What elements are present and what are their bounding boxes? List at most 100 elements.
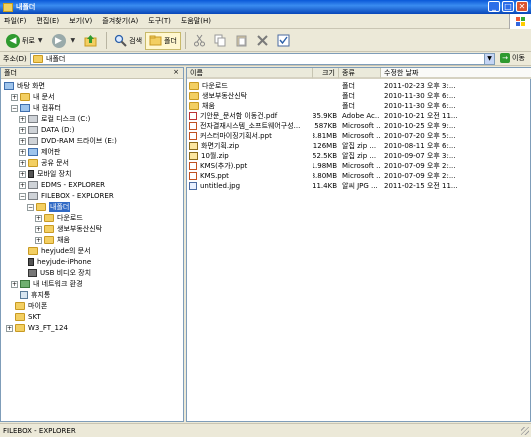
file-row[interactable]: KMS(추가).ppt 1.98MB Microsoft ... 2010-07… xyxy=(187,161,531,171)
file-row[interactable]: 커스터마이징기획서.ppt 3.81MB Microsoft ... 2010-… xyxy=(187,131,531,141)
tree-item-network[interactable]: + 내 네트워크 환경 xyxy=(11,279,83,289)
tree-item-edms[interactable]: + EDMS - EXPLORER xyxy=(19,180,105,190)
title-bar[interactable]: 내폴더 _ □ ✕ xyxy=(0,0,531,14)
expand-icon[interactable]: + xyxy=(11,280,18,288)
file-row[interactable]: untitled.jpg 11.4KB 알씨 JPG ... 2011-02-1… xyxy=(187,181,531,191)
tree-item-my-computer[interactable]: − 내 컴퓨터 xyxy=(11,103,61,113)
paste-button[interactable] xyxy=(232,32,253,50)
expand-icon[interactable]: + xyxy=(19,159,26,167)
file-row[interactable]: 생보부동산신탁 폴더 2010-11-30 오후 6:... xyxy=(187,91,531,101)
tree-item-my-folder[interactable]: − 내폴더 xyxy=(27,202,71,212)
expand-icon[interactable]: + xyxy=(19,137,26,145)
resize-grip-icon[interactable] xyxy=(521,427,529,435)
tree-item-downloads[interactable]: + 다운로드 xyxy=(35,213,83,223)
menu-file[interactable]: 파일(F) xyxy=(4,16,26,26)
tree-item-filebox[interactable]: − FILEBOX - EXPLORER xyxy=(19,191,114,201)
expand-icon[interactable]: + xyxy=(35,214,42,222)
menu-tools[interactable]: 도구(T) xyxy=(148,16,171,26)
close-pane-button[interactable]: × xyxy=(173,68,179,76)
tree-item-mobile-devices[interactable]: + 모바일 장치 xyxy=(19,169,71,179)
tree-item-usb-video[interactable]: USB 비디오 장치 xyxy=(28,268,91,278)
search-label: 검색 xyxy=(129,36,143,45)
column-size[interactable]: 크기 xyxy=(313,68,339,79)
minimize-button[interactable]: _ xyxy=(488,1,500,12)
collapse-icon[interactable]: − xyxy=(11,104,18,112)
file-row[interactable]: 10월.zip 52.5KB 알집 zip ... 2010-09-07 오후 … xyxy=(187,151,531,161)
chevron-down-icon[interactable]: ▼ xyxy=(71,37,76,44)
delete-button[interactable] xyxy=(253,32,274,50)
expand-icon[interactable]: + xyxy=(19,170,26,178)
search-button[interactable]: 검색 xyxy=(111,32,145,50)
views-button[interactable] xyxy=(274,32,295,50)
tree-item-chaeum[interactable]: + 채움 xyxy=(35,235,70,245)
back-button[interactable]: ◀ 뒤로 ▼ xyxy=(3,32,49,50)
toolbar: ◀ 뒤로 ▼ ▶ ▼ 검색 폴더 xyxy=(0,30,531,52)
file-type: Microsoft ... xyxy=(342,122,380,130)
tree-item-drive-d[interactable]: + DATA (D:) xyxy=(19,125,74,135)
expand-icon[interactable]: + xyxy=(19,148,26,156)
folder-icon xyxy=(28,159,38,167)
tree-item-heyjude-docs[interactable]: heyjude의 문서 xyxy=(28,246,91,256)
expand-icon[interactable]: + xyxy=(19,181,26,189)
folder-icon xyxy=(189,92,199,100)
move-to-button[interactable] xyxy=(190,32,211,50)
column-modified[interactable]: 수정한 날짜 xyxy=(381,68,531,79)
tree-item-drive-c[interactable]: + 로컬 디스크 (C:) xyxy=(19,114,90,124)
folder-tree-pane[interactable]: 폴더 × 바탕 화면 + 내 문서 − 내 컴퓨터 + 로컬 디스크 (C:) … xyxy=(0,67,184,422)
file-date: 2010-07-09 오후 2:... xyxy=(384,162,456,170)
file-name-cell: 다운로드 xyxy=(189,81,311,91)
file-name: KMS(추가).ppt xyxy=(200,162,248,170)
status-text: FILEBOX - EXPLORER xyxy=(3,426,76,435)
forward-button[interactable]: ▶ ▼ xyxy=(49,32,82,50)
copy-to-button[interactable] xyxy=(211,32,232,50)
dvd-drive-icon xyxy=(28,137,38,145)
tree-item-skt[interactable]: SKT xyxy=(15,312,41,322)
tree-item-control-panel[interactable]: + 제어판 xyxy=(19,147,60,157)
tree-item-recycle-bin[interactable]: 휴지통 xyxy=(20,290,50,300)
expand-icon[interactable]: + xyxy=(11,93,18,101)
windows-logo-icon xyxy=(509,14,531,29)
file-row[interactable]: 채움 폴더 2010-11-30 오후 6:... xyxy=(187,101,531,111)
address-input[interactable]: 내폴더 ▼ xyxy=(30,53,495,65)
go-button[interactable]: → 이동 xyxy=(500,53,525,63)
menu-favorites[interactable]: 즐겨찾기(A) xyxy=(102,16,138,26)
camera-icon xyxy=(28,269,37,277)
tree-item-my-documents[interactable]: + 내 문서 xyxy=(11,92,55,102)
expand-icon[interactable]: + xyxy=(19,126,26,134)
tree-item-iphone[interactable]: heyjude-iPhone xyxy=(28,257,91,267)
folders-button[interactable]: 폴더 xyxy=(145,31,181,50)
tree-item-myphone[interactable]: 마이폰 xyxy=(15,301,47,311)
paste-icon xyxy=(236,35,247,47)
tree-item-shared-docs[interactable]: + 공유 문서 xyxy=(19,158,69,168)
file-row[interactable]: 전자결재시스템_소프트웨어구성... 587KB Microsoft ... 2… xyxy=(187,121,531,131)
file-row[interactable]: 화면기획.zip 126MB 알집 zip ... 2010-08-11 오후 … xyxy=(187,141,531,151)
tree-item-drive-e[interactable]: + DVD-RAM 드라이브 (E:) xyxy=(19,136,117,146)
file-name: 다운로드 xyxy=(202,82,228,90)
tree-item-w3ft124[interactable]: + W3_FT_124 xyxy=(6,323,68,333)
folder-icon xyxy=(44,214,54,222)
zip-icon xyxy=(189,152,198,160)
file-row[interactable]: 다운로드 폴더 2011-02-23 오후 3:... xyxy=(187,81,531,91)
expand-icon[interactable]: + xyxy=(35,236,42,244)
chevron-down-icon[interactable]: ▼ xyxy=(484,54,494,64)
maximize-button[interactable]: □ xyxy=(502,1,514,12)
tree-item-desktop[interactable]: 바탕 화면 xyxy=(4,81,45,91)
collapse-icon[interactable]: − xyxy=(27,203,34,211)
file-date: 2010-07-09 오후 2:... xyxy=(384,172,456,180)
file-list-pane[interactable]: 이름 크기 종류 수정한 날짜 다운로드 폴더 2011-02-23 오후 3:… xyxy=(186,67,531,422)
expand-icon[interactable]: + xyxy=(6,324,13,332)
close-button[interactable]: ✕ xyxy=(516,1,528,12)
up-folder-button[interactable] xyxy=(81,32,102,50)
chevron-down-icon[interactable]: ▼ xyxy=(38,37,43,44)
tree-item-realestate-trust[interactable]: + 생보부동산신탁 xyxy=(35,224,102,234)
menu-edit[interactable]: 편집(E) xyxy=(36,16,59,26)
column-type[interactable]: 종류 xyxy=(339,68,381,79)
menu-view[interactable]: 보기(V) xyxy=(69,16,92,26)
expand-icon[interactable]: + xyxy=(35,225,42,233)
file-row[interactable]: 기안문_문서함 이동건.pdf 35.9KB Adobe Ac... 2010-… xyxy=(187,111,531,121)
expand-icon[interactable]: + xyxy=(19,115,26,123)
menu-help[interactable]: 도움말(H) xyxy=(181,16,211,26)
column-name[interactable]: 이름 xyxy=(187,68,313,79)
collapse-icon[interactable]: − xyxy=(19,192,26,200)
file-row[interactable]: KMS.ppt 8.80MB Microsoft ... 2010-07-09 … xyxy=(187,171,531,181)
